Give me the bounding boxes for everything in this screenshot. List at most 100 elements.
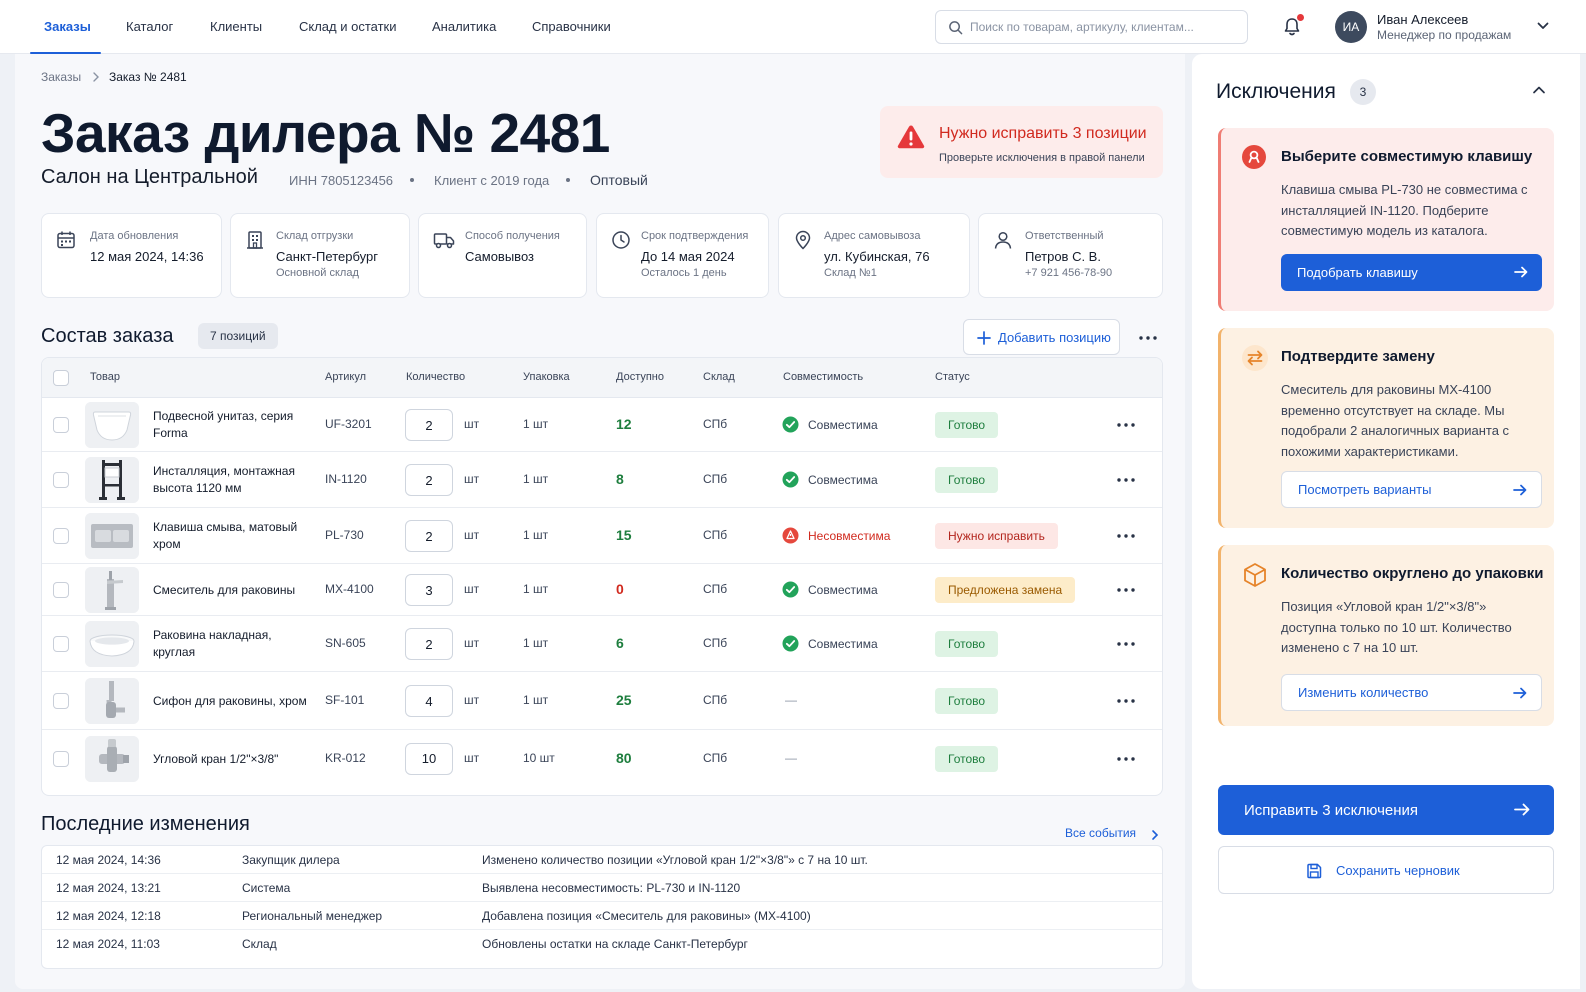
- select-all-checkbox[interactable]: [53, 370, 69, 386]
- quantity-input[interactable]: [405, 464, 453, 496]
- avatar[interactable]: ИА: [1335, 11, 1367, 43]
- breadcrumb-root[interactable]: Заказы: [41, 70, 81, 84]
- more-icon[interactable]: [1114, 472, 1138, 488]
- chevron-down-icon[interactable]: [1537, 22, 1549, 30]
- row-checkbox[interactable]: [53, 693, 69, 709]
- exception-text: Позиция «Угловой кран 1/2"×3/8"» доступн…: [1281, 599, 1512, 655]
- chevron-right-icon[interactable]: [1151, 829, 1159, 841]
- more-icon[interactable]: [1114, 693, 1138, 709]
- more-icon[interactable]: [1114, 751, 1138, 767]
- history-row: 12 мая 2024, 11:03 Склад Обновлены остат…: [42, 930, 1162, 958]
- save-draft-button[interactable]: Сохранить черновик: [1218, 846, 1554, 894]
- plus-icon: [977, 331, 991, 345]
- row-checkbox[interactable]: [53, 417, 69, 433]
- check-circle-icon: [782, 581, 799, 598]
- history-date: 12 мая 2024, 12:18: [56, 909, 161, 923]
- more-icon[interactable]: [1114, 636, 1138, 652]
- check-circle-icon: [782, 635, 799, 652]
- quantity-input[interactable]: [405, 409, 453, 441]
- quantity-input[interactable]: [405, 628, 453, 660]
- tab-references[interactable]: Справочники: [532, 0, 611, 54]
- sku: MX-4100: [325, 582, 374, 596]
- all-events-link[interactable]: Все события: [1065, 826, 1136, 840]
- user-icon: [994, 231, 1012, 249]
- more-icon[interactable]: [1114, 417, 1138, 433]
- tab-clients[interactable]: Клиенты: [210, 0, 262, 54]
- breadcrumb-current: Заказ № 2481: [109, 70, 187, 84]
- info-value: Санкт-Петербург: [276, 249, 378, 264]
- unit-label: шт: [464, 582, 480, 596]
- quantity-input[interactable]: [405, 685, 453, 717]
- sku: SN-605: [325, 636, 366, 650]
- exception-title: Количество округлено до упаковки: [1281, 565, 1544, 582]
- sku: UF-3201: [325, 417, 372, 431]
- product-name[interactable]: Подвесной унитаз, серия Forma: [153, 408, 313, 442]
- tab-analytics[interactable]: Аналитика: [432, 0, 496, 54]
- quantity-input[interactable]: [405, 574, 453, 606]
- table-row: Подвесной унитаз, серия Forma UF-3201 шт 1 …: [42, 398, 1162, 452]
- tab-catalog[interactable]: Каталог: [126, 0, 173, 54]
- product-name[interactable]: Инсталляция, монтажная высота 1120 мм: [153, 463, 313, 497]
- section-title-history: Последние изменения: [41, 813, 250, 835]
- info-value: До 14 мая 2024: [641, 249, 735, 264]
- info-sub: +7 921 456-78-90: [1025, 267, 1113, 279]
- row-checkbox[interactable]: [53, 528, 69, 544]
- product-name[interactable]: Угловой кран 1/2"×3/8": [153, 751, 313, 768]
- sku: SF-101: [325, 693, 365, 707]
- map-pin-icon: [795, 230, 811, 250]
- alert-title: Нужно исправить 3 позиции: [939, 125, 1147, 142]
- exception-card-replacement: Подтвердите замену Смеситель для раковин…: [1218, 328, 1554, 528]
- tab-orders[interactable]: Заказы: [30, 0, 101, 54]
- row-checkbox[interactable]: [53, 472, 69, 488]
- info-value: ул. Кубинская, 76: [824, 249, 930, 264]
- status-badge: Готово: [935, 688, 999, 714]
- warning-triangle-icon: [897, 125, 925, 149]
- fix-exceptions-button[interactable]: Исправить 3 исключения: [1218, 785, 1554, 835]
- product-name[interactable]: Сифон для раковины, хром: [153, 693, 313, 710]
- quantity-input[interactable]: [405, 742, 453, 775]
- history-actor: Склад: [242, 937, 277, 951]
- compat-label: Совместима: [808, 418, 878, 432]
- add-position-label: Добавить позицию: [998, 330, 1111, 345]
- row-checkbox[interactable]: [53, 750, 69, 767]
- product-thumbnail: [85, 678, 139, 724]
- pick-key-button[interactable]: Подобрать клавишу: [1281, 254, 1542, 291]
- tab-warehouse[interactable]: Склад и остатки: [299, 0, 397, 54]
- exception-card-compat: Выберите совместимую клавишу Клавиша смы…: [1218, 128, 1554, 311]
- product-name[interactable]: Смеситель для раковины: [153, 582, 313, 599]
- sku: KR-012: [325, 750, 366, 765]
- view-variants-button[interactable]: Посмотреть варианты: [1281, 471, 1542, 508]
- history-text: Обновлены остатки на складе Санкт-Петерб…: [482, 937, 748, 951]
- exceptions-title: Исключения: [1216, 80, 1336, 103]
- info-sub: Осталось 1 день: [641, 267, 727, 279]
- unit-label: шт: [464, 693, 480, 707]
- row-checkbox[interactable]: [53, 582, 69, 598]
- info-value: 12 мая 2024, 14:36: [90, 249, 204, 264]
- info-label: Срок подтверждения: [641, 230, 749, 242]
- chevron-up-icon[interactable]: [1532, 85, 1546, 95]
- more-icon[interactable]: [1136, 330, 1160, 346]
- warehouse: СПб: [703, 750, 728, 765]
- search-input[interactable]: [970, 11, 1240, 43]
- history-text: Добавлена позиция «Смеситель для раковин…: [482, 909, 811, 923]
- add-position-button[interactable]: Добавить позицию: [963, 319, 1120, 355]
- notification-dot: [1297, 14, 1304, 21]
- warehouse: СПб: [703, 417, 728, 431]
- exception-card-rounding: Количество округлено до упаковки Позиция…: [1218, 545, 1554, 726]
- more-icon[interactable]: [1114, 582, 1138, 598]
- product-thumbnail: [85, 457, 139, 503]
- pack-size: 10 шт: [523, 750, 555, 765]
- more-icon[interactable]: [1114, 528, 1138, 544]
- table-row: Раковина накладная, круглая SN-605 шт 1 шт 6…: [42, 616, 1162, 672]
- product-name[interactable]: Раковина накладная, круглая: [153, 627, 313, 661]
- product-name[interactable]: Клавиша смыва, матовый хром: [153, 519, 313, 553]
- table-row: Сифон для раковины, хром SF-101 шт 1 шт 25 СП…: [42, 672, 1162, 730]
- row-checkbox[interactable]: [53, 636, 69, 652]
- arrow-right-icon: [1514, 803, 1530, 816]
- table-row: Смеситель для раковины MX-4100 шт 1 шт 0 СПб С…: [42, 564, 1162, 616]
- compat-label: Совместима: [808, 637, 878, 651]
- unit-label: шт: [464, 636, 480, 650]
- quantity-input[interactable]: [405, 520, 453, 552]
- client-name: Салон на Центральной: [41, 166, 258, 188]
- change-quantity-button[interactable]: Изменить количество: [1281, 674, 1542, 711]
